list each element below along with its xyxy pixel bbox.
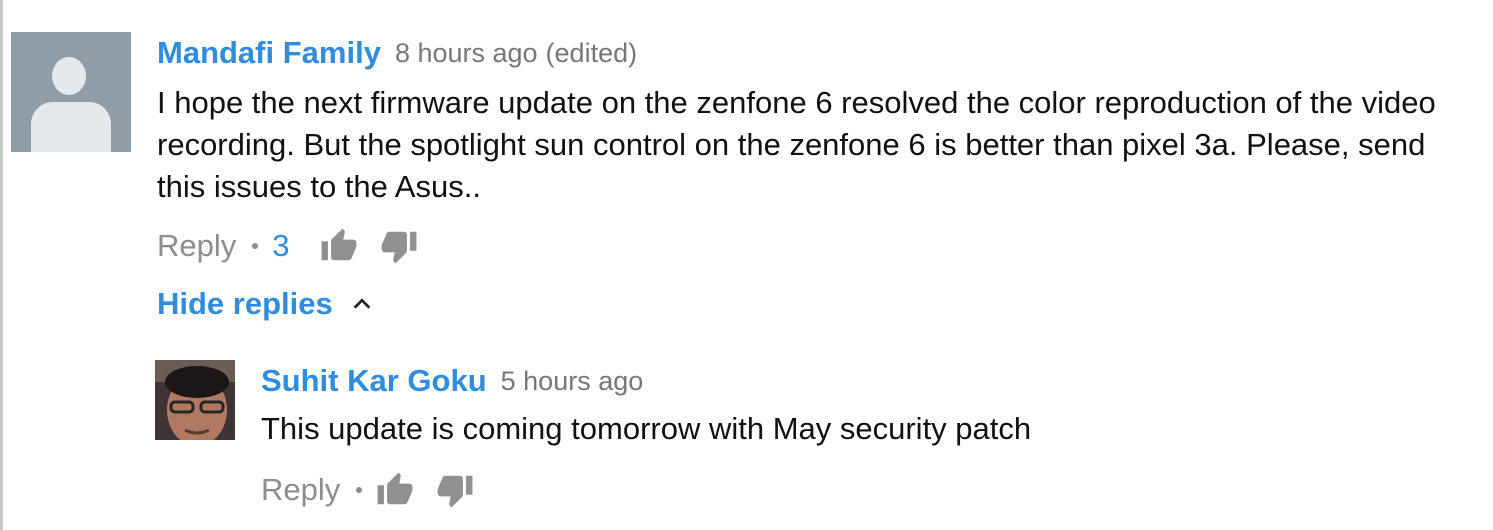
avatar-head-shape <box>52 57 86 95</box>
comment-thread: Mandafi Family 8 hours ago (edited) I hop… <box>0 0 1493 530</box>
user-photo <box>155 360 235 440</box>
comment-meta: 8 hours ago (edited) <box>395 38 637 69</box>
hide-replies-label: Hide replies <box>157 286 333 321</box>
user-avatar[interactable] <box>155 360 235 440</box>
avatar-body-shape <box>31 102 111 152</box>
reply-button[interactable]: Reply <box>261 472 340 508</box>
hide-replies-toggle[interactable]: Hide replies <box>157 276 1457 332</box>
thumbs-down-icon[interactable] <box>436 471 474 509</box>
comment-header: Mandafi Family 8 hours ago (edited) <box>157 30 1457 76</box>
chevron-up-icon <box>353 298 371 309</box>
comment-content: Mandafi Family 8 hours ago (edited) I hop… <box>157 30 1457 332</box>
reply-actions: Reply <box>261 460 1441 520</box>
thumbs-up-icon[interactable] <box>320 227 358 265</box>
default-user-avatar-icon[interactable] <box>11 32 131 152</box>
comment-time[interactable]: 8 hours ago <box>395 38 538 68</box>
reply-text: This update is coming tomorrow with May … <box>261 411 1032 446</box>
reply-header: Suhit Kar Goku 5 hours ago <box>261 358 1441 404</box>
comment-author[interactable]: Mandafi Family <box>157 35 381 71</box>
reply-content: Suhit Kar Goku 5 hours ago This update i… <box>261 358 1441 520</box>
comment-text: I hope the next firmware update on the z… <box>157 85 1436 204</box>
reply-button[interactable]: Reply <box>157 228 236 264</box>
separator-dot <box>356 487 363 493</box>
thumbs-down-icon[interactable] <box>380 227 418 265</box>
reply-author[interactable]: Suhit Kar Goku <box>261 363 487 399</box>
like-count: 3 <box>272 228 290 263</box>
comment-edited: (edited) <box>545 37 638 68</box>
reply-time[interactable]: 5 hours ago <box>501 366 644 397</box>
thumbs-up-icon[interactable] <box>376 471 414 509</box>
comment-actions: Reply 3 <box>157 216 1457 276</box>
separator-dot <box>252 243 259 249</box>
